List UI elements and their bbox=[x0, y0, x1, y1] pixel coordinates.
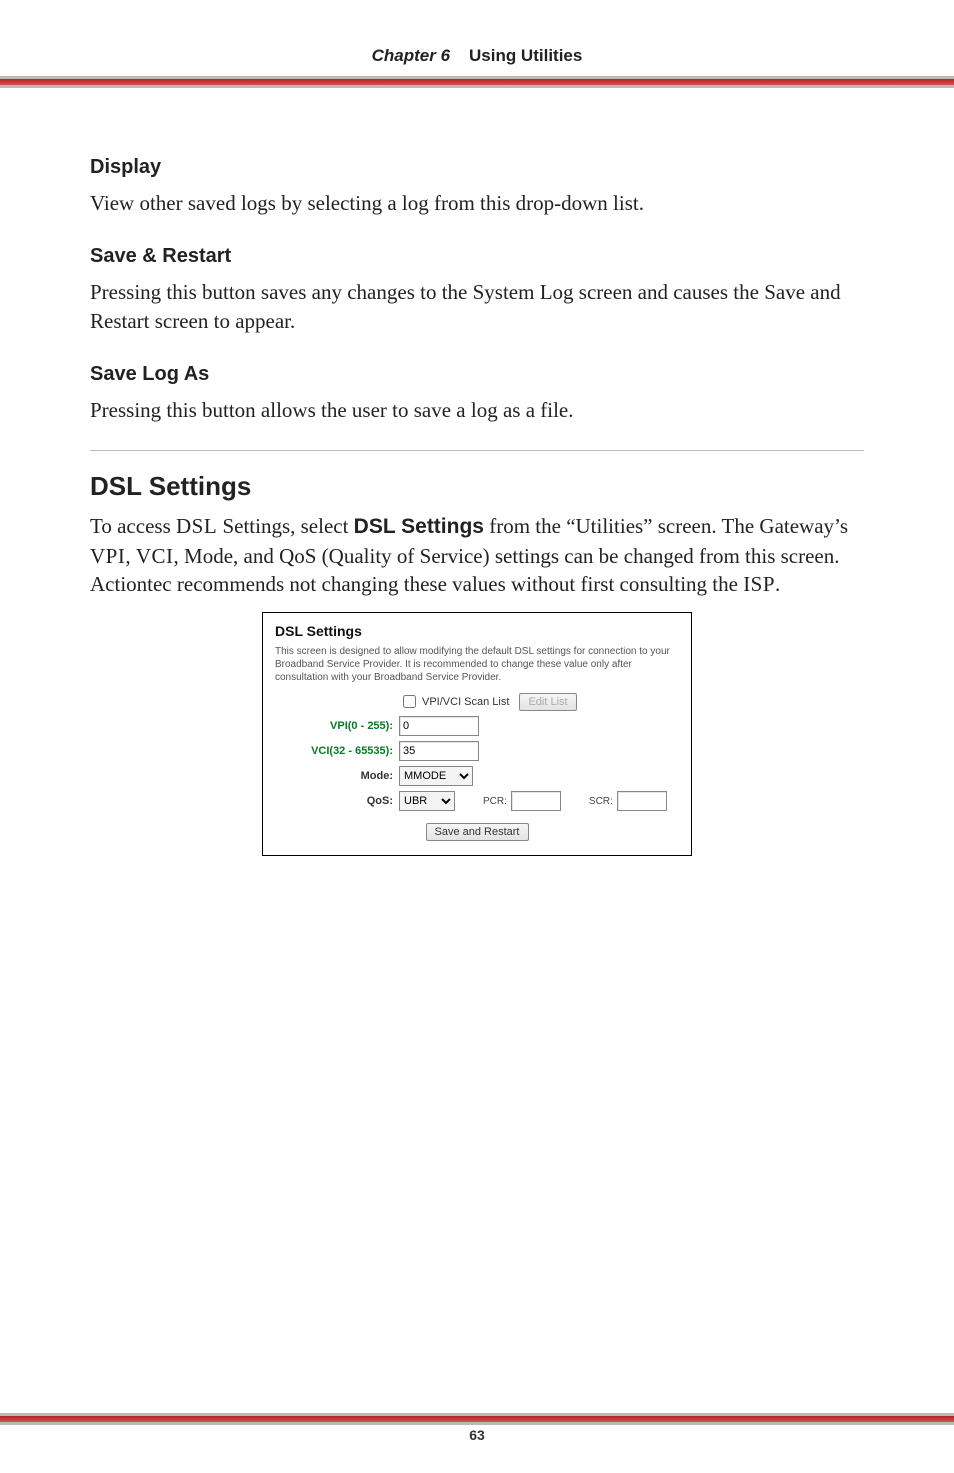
heading-dsl-settings: DSL Settings bbox=[90, 471, 864, 502]
save-and-restart-button[interactable]: Save and Restart bbox=[426, 823, 529, 841]
vpi-label: VPI(0 - 255): bbox=[275, 720, 399, 732]
page-header: Chapter 6 Using Utilities bbox=[0, 0, 954, 66]
body-display: View other saved logs by selecting a log… bbox=[90, 189, 864, 217]
vpi-input[interactable] bbox=[399, 716, 479, 736]
vci-label: VCI(32 - 65535): bbox=[275, 745, 399, 757]
body-save-restart: Pressing this button saves any changes t… bbox=[90, 278, 864, 335]
vpi-vci-scanlist-checkbox[interactable] bbox=[403, 695, 416, 708]
pcr-label: PCR: bbox=[483, 796, 507, 807]
qos-label: QoS: bbox=[275, 795, 399, 807]
qos-select[interactable]: UBR bbox=[399, 791, 455, 811]
heading-display: Display bbox=[90, 156, 864, 179]
chapter-title: Using Utilities bbox=[469, 46, 582, 65]
body-save-log-as: Pressing this button allows the user to … bbox=[90, 396, 864, 424]
mode-label: Mode: bbox=[275, 770, 399, 782]
scr-label: SCR: bbox=[589, 796, 613, 807]
vpi-vci-scanlist-label: VPI/VCI Scan List bbox=[422, 696, 509, 708]
heading-save-log-as: Save Log As bbox=[90, 363, 864, 386]
pcr-input[interactable] bbox=[511, 791, 561, 811]
footer-rule bbox=[0, 1413, 954, 1425]
vci-input[interactable] bbox=[399, 741, 479, 761]
heading-save-restart: Save & Restart bbox=[90, 245, 864, 268]
mode-select[interactable]: MMODE bbox=[399, 766, 473, 786]
section-divider bbox=[90, 450, 864, 451]
dsl-settings-panel: DSL Settings This screen is designed to … bbox=[262, 612, 692, 856]
body-dsl-settings: To access DSL Settings, select DSL Setti… bbox=[90, 512, 864, 598]
panel-description: This screen is designed to allow modifyi… bbox=[275, 645, 679, 684]
panel-title: DSL Settings bbox=[275, 623, 679, 639]
page-number: 63 bbox=[0, 1427, 954, 1443]
scr-input[interactable] bbox=[617, 791, 667, 811]
edit-list-button[interactable]: Edit List bbox=[519, 693, 576, 711]
header-rule bbox=[0, 76, 954, 88]
chapter-label: Chapter 6 bbox=[372, 46, 450, 65]
